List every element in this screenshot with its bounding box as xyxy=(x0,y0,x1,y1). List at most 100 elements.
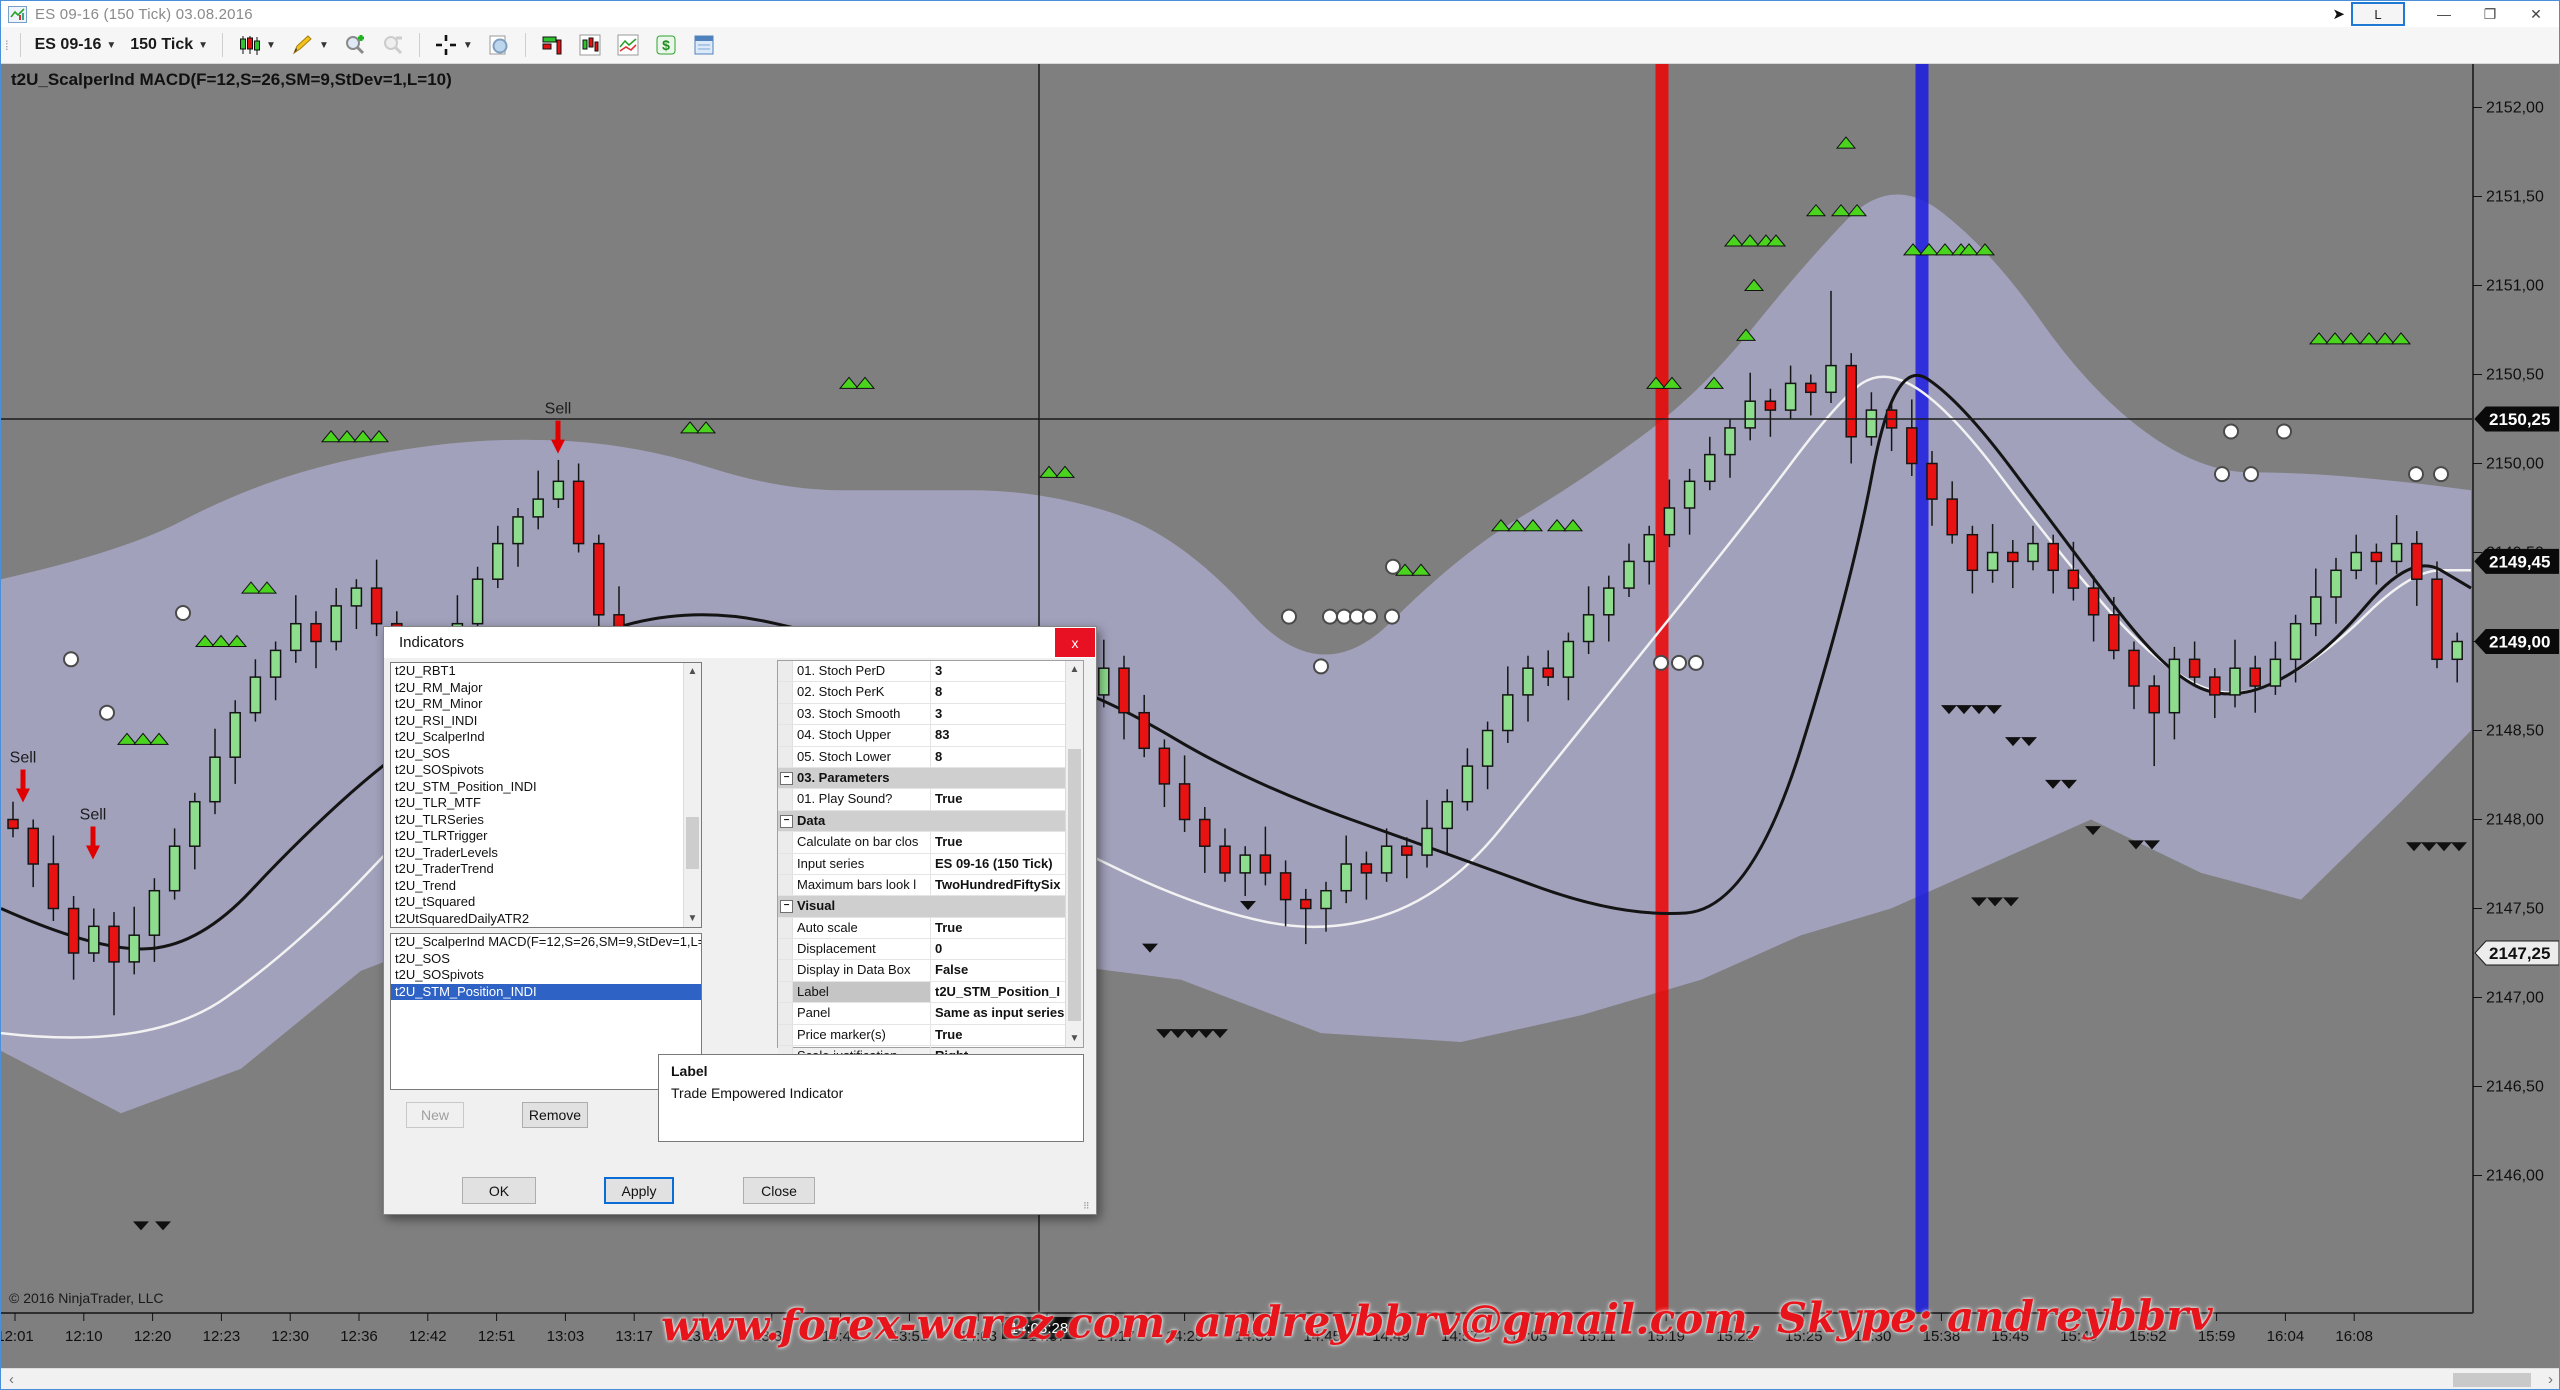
link-button[interactable]: L xyxy=(2351,2,2405,26)
collapse-icon[interactable]: − xyxy=(780,900,793,913)
property-value[interactable]: 8 xyxy=(931,747,1083,767)
available-indicator-item[interactable]: t2U_Trend xyxy=(391,878,701,895)
scrollbar-thumb[interactable] xyxy=(2453,1373,2531,1387)
property-section-header[interactable]: −Data xyxy=(778,811,1083,832)
zoom-in-button[interactable] xyxy=(336,30,374,60)
configured-indicator-item[interactable]: t2U_SOSpivots xyxy=(391,967,701,984)
available-indicator-item[interactable]: t2U_TLRTrigger xyxy=(391,828,701,845)
property-value[interactable]: 8 xyxy=(931,682,1083,702)
property-value[interactable]: ES 09-16 (150 Tick) xyxy=(931,854,1083,874)
property-value[interactable]: True xyxy=(931,789,1083,809)
indicator-properties-grid[interactable]: 01. Stoch PerD302. Stoch PerK803. Stoch … xyxy=(777,660,1084,1048)
bar-style-button[interactable]: ▼ xyxy=(230,30,283,60)
properties-scrollbar[interactable]: ▲ ▼ xyxy=(1065,661,1083,1047)
property-row[interactable]: 01. Stoch PerD3 xyxy=(778,661,1083,682)
close-button[interactable]: ✕ xyxy=(2513,1,2559,27)
toolbar-grip[interactable]: ⁞ xyxy=(5,38,7,53)
configured-indicators-list[interactable]: t2U_ScalperInd MACD(F=12,S=26,SM=9,StDev… xyxy=(390,933,702,1090)
property-row[interactable]: Input seriesES 09-16 (150 Tick) xyxy=(778,854,1083,875)
property-value[interactable]: True xyxy=(931,1025,1083,1045)
property-value[interactable]: True xyxy=(931,918,1083,938)
configured-indicator-item[interactable]: t2U_ScalperInd MACD(F=12,S=26,SM=9,StDev… xyxy=(391,934,701,951)
apply-button[interactable]: Apply xyxy=(604,1177,674,1204)
configured-indicator-item[interactable]: t2U_STM_Position_INDI xyxy=(391,984,701,1001)
property-value[interactable]: True xyxy=(931,832,1083,852)
interval-selector[interactable]: 150 Tick▼ xyxy=(123,33,215,57)
available-indicator-item[interactable]: t2U_SOS xyxy=(391,746,701,763)
scroll-up-icon[interactable]: ▲ xyxy=(684,663,701,680)
available-list-scrollbar[interactable]: ▲ ▼ xyxy=(683,663,701,927)
available-indicator-item[interactable]: t2U_RSI_INDI xyxy=(391,713,701,730)
maximize-button[interactable]: ❐ xyxy=(2467,1,2513,27)
account-data-button[interactable]: $ xyxy=(647,30,685,60)
zoom-out-icon xyxy=(381,33,405,57)
available-indicator-item[interactable]: t2U_tSquared xyxy=(391,894,701,911)
zoom-out-button[interactable] xyxy=(374,30,412,60)
configured-indicator-item[interactable]: t2U_SOS xyxy=(391,951,701,968)
scroll-down-icon[interactable]: ▼ xyxy=(684,910,701,927)
available-indicator-item[interactable]: t2U_SOSpivots xyxy=(391,762,701,779)
scroll-down-icon[interactable]: ▼ xyxy=(1066,1030,1083,1047)
available-indicator-item[interactable]: t2U_TraderLevels xyxy=(391,845,701,862)
property-row[interactable]: Auto scaleTrue xyxy=(778,918,1083,939)
property-row[interactable]: Labelt2U_STM_Position_I xyxy=(778,982,1083,1003)
property-row[interactable]: 01. Play Sound?True xyxy=(778,789,1083,810)
dialog-close-button[interactable]: x xyxy=(1055,628,1095,657)
property-value[interactable]: False xyxy=(931,960,1083,980)
scroll-left-icon[interactable]: ‹ xyxy=(9,1371,14,1388)
collapse-icon[interactable]: − xyxy=(780,815,793,828)
scrollbar-thumb[interactable] xyxy=(1068,749,1081,1021)
property-section-header[interactable]: −Visual xyxy=(778,896,1083,917)
drawing-tools-button[interactable]: ▼ xyxy=(283,30,336,60)
available-indicator-item[interactable]: t2U_RM_Minor xyxy=(391,696,701,713)
scroll-right-icon[interactable]: › xyxy=(2548,1371,2553,1388)
scrollbar-thumb[interactable] xyxy=(686,817,699,869)
property-row[interactable]: Displacement0 xyxy=(778,939,1083,960)
available-indicators-list[interactable]: t2U_RBT1t2U_RM_Majort2U_RM_Minort2U_RSI_… xyxy=(390,662,702,928)
property-row[interactable]: Calculate on bar closTrue xyxy=(778,832,1083,853)
available-indicator-item[interactable]: t2U_TLRSeries xyxy=(391,812,701,829)
available-indicator-item[interactable]: t2U_RBT1 xyxy=(391,663,701,680)
remove-button[interactable]: Remove xyxy=(522,1102,588,1128)
svg-text:16:04: 16:04 xyxy=(2267,1328,2305,1345)
ok-button[interactable]: OK xyxy=(462,1177,536,1204)
property-row[interactable]: Display in Data BoxFalse xyxy=(778,960,1083,981)
scroll-up-icon[interactable]: ▲ xyxy=(1066,661,1083,678)
property-row[interactable]: 02. Stoch PerK8 xyxy=(778,682,1083,703)
instrument-selector[interactable]: ES 09-16▼ xyxy=(28,33,124,57)
line-chart-button[interactable] xyxy=(609,30,647,60)
dialog-resize-grip[interactable]: ⠿ xyxy=(1083,1201,1093,1211)
svg-text:2150,25: 2150,25 xyxy=(2489,410,2550,429)
property-row[interactable]: PanelSame as input series xyxy=(778,1003,1083,1024)
zoom-window-button[interactable] xyxy=(480,30,518,60)
minimize-button[interactable]: — xyxy=(2421,1,2467,27)
property-row[interactable]: 03. Stoch Smooth3 xyxy=(778,704,1083,725)
collapse-icon[interactable]: − xyxy=(780,772,793,785)
property-value[interactable]: 83 xyxy=(931,725,1083,745)
data-box-button[interactable] xyxy=(685,30,723,60)
available-indicator-item[interactable]: t2U_TLR_MTF xyxy=(391,795,701,812)
property-row[interactable]: 04. Stoch Upper83 xyxy=(778,725,1083,746)
property-value[interactable]: 3 xyxy=(931,704,1083,724)
available-indicator-item[interactable]: t2U_ScalperInd xyxy=(391,729,701,746)
market-depth-button[interactable] xyxy=(533,30,571,60)
property-value[interactable]: TwoHundredFiftySix xyxy=(931,875,1083,895)
available-indicator-item[interactable]: t2U_RM_Major xyxy=(391,680,701,697)
property-value[interactable]: t2U_STM_Position_I xyxy=(931,982,1083,1002)
available-indicator-item[interactable]: t2U_STM_Position_INDI xyxy=(391,779,701,796)
horizontal-scrollbar[interactable]: ‹ › xyxy=(1,1368,2560,1390)
close-dialog-button[interactable]: Close xyxy=(743,1177,815,1204)
cursor-mode-button[interactable]: ▼ xyxy=(427,30,480,60)
property-value[interactable]: 0 xyxy=(931,939,1083,959)
property-value[interactable]: 3 xyxy=(931,661,1083,681)
property-value[interactable]: Same as input series xyxy=(931,1003,1083,1023)
available-indicator-item[interactable]: t2U_TraderTrend xyxy=(391,861,701,878)
property-row[interactable]: Maximum bars look lTwoHundredFiftySix xyxy=(778,875,1083,896)
chart-panel-button[interactable] xyxy=(571,30,609,60)
available-indicator-item[interactable]: t2UtSquaredDailyATR2 xyxy=(391,911,701,928)
new-button[interactable]: New xyxy=(406,1102,464,1128)
property-row[interactable]: 05. Stoch Lower8 xyxy=(778,747,1083,768)
property-section-header[interactable]: −03. Parameters xyxy=(778,768,1083,789)
dialog-title-bar[interactable]: Indicators x xyxy=(384,627,1096,658)
property-row[interactable]: Price marker(s)True xyxy=(778,1025,1083,1046)
